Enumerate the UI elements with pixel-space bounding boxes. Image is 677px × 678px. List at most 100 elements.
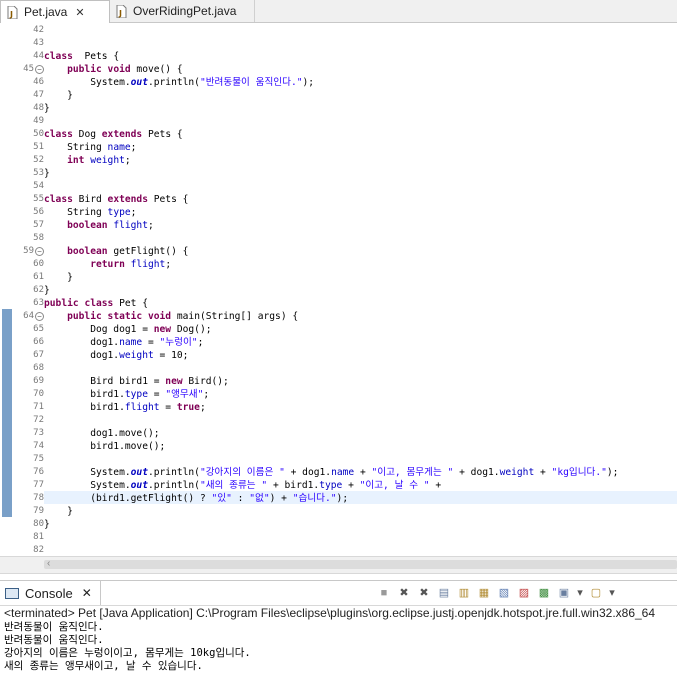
code-line[interactable]: Bird bird1 = new Bird();	[44, 375, 229, 388]
line-number: 73	[33, 428, 44, 438]
line-number: 67	[33, 350, 44, 360]
code-token: "강아지의 이름은 "	[199, 467, 285, 478]
code-line[interactable]: dog1.weight = 10;	[44, 349, 188, 362]
code-line[interactable]: System.out.println("새의 종류는 " + bird1.typ…	[44, 479, 441, 492]
java-file-icon: J	[7, 5, 18, 19]
show-on-stdout-icon[interactable]: ▧	[496, 585, 512, 601]
code-token: ;	[147, 220, 154, 231]
clear-console-icon[interactable]: ▤	[436, 585, 452, 601]
code-line[interactable]: }	[44, 505, 73, 518]
word-wrap-icon[interactable]: ▦	[476, 585, 492, 601]
tab-label: OverRidingPet.java	[133, 4, 237, 18]
code-line[interactable]: public static void main(String[] args) {	[44, 310, 298, 323]
code-token: ) +	[269, 493, 293, 504]
code-token: (bird1.getFlight() ?	[44, 493, 212, 504]
show-on-stderr-icon[interactable]: ▨	[516, 585, 532, 601]
line-number: 58	[33, 233, 44, 243]
line-number: 61	[33, 272, 44, 282]
code-line[interactable]: return flight;	[44, 258, 171, 271]
code-token: .println(	[147, 77, 200, 88]
line-number: 50	[33, 129, 44, 139]
scrollbar-thumb[interactable]	[44, 560, 677, 569]
code-token: System.	[44, 480, 131, 491]
code-area[interactable]: class Pets { public void move() { System…	[44, 23, 677, 556]
code-token: new	[153, 324, 172, 335]
remove-launch-icon[interactable]: ✖	[396, 585, 412, 601]
code-line[interactable]: }	[44, 284, 50, 297]
code-line[interactable]: }	[44, 518, 50, 531]
code-token: "누렁이"	[159, 337, 198, 348]
code-line[interactable]: bird1.flight = true;	[44, 401, 206, 414]
code-line[interactable]: String type;	[44, 206, 136, 219]
code-token: .println(	[147, 467, 200, 478]
code-token: ;	[130, 207, 137, 218]
scroll-lock-icon[interactable]: ▥	[456, 585, 472, 601]
code-token: =	[159, 402, 177, 413]
code-line[interactable]: (bird1.getFlight() ? "있" : "없") + "습니다."…	[44, 492, 348, 505]
code-token: public	[67, 311, 102, 322]
code-line[interactable]: }	[44, 89, 73, 102]
fold-collapse-icon[interactable]: −	[35, 312, 44, 321]
tab-console[interactable]: Console ✕	[0, 581, 101, 605]
tab-overridingpet-java[interactable]: J OverRidingPet.java	[110, 0, 255, 22]
code-line[interactable]: System.out.println("반려동물이 움직인다.");	[44, 76, 314, 89]
code-line[interactable]: bird1.type = "앵무새";	[44, 388, 209, 401]
pin-console-icon[interactable]: ▩	[536, 585, 552, 601]
code-token: + bird1.	[267, 480, 320, 491]
display-console-icon[interactable]: ▣	[556, 585, 572, 601]
code-line[interactable]: public void move() {	[44, 63, 183, 76]
code-line[interactable]: }	[44, 102, 50, 115]
code-token: = 10;	[153, 350, 189, 361]
fold-collapse-icon[interactable]: −	[35, 247, 44, 256]
terminated-status: <terminated> Pet [Java Application] C:\P…	[4, 606, 656, 620]
code-token: String	[44, 142, 108, 153]
remove-all-terminated-icon[interactable]: ✖	[416, 585, 432, 601]
code-token: +	[354, 467, 372, 478]
code-token: Dog dog1 =	[44, 324, 154, 335]
terminate-icon[interactable]: ■	[376, 585, 392, 601]
code-line[interactable]: dog1.move();	[44, 427, 160, 440]
dropdown-icon[interactable]: ▾	[576, 585, 584, 601]
code-line[interactable]: class Pets {	[44, 50, 119, 63]
code-line[interactable]: System.out.println("강아지의 이름은 " + dog1.na…	[44, 466, 618, 479]
code-line[interactable]: bird1.move();	[44, 440, 165, 453]
code-token: boolean	[67, 246, 108, 257]
close-icon[interactable]: ✕	[75, 6, 84, 19]
console-icon	[5, 587, 19, 599]
horizontal-scrollbar[interactable]: ‹	[0, 556, 677, 574]
console-view-header: Console ✕ ■ ✖ ✖ ▤ ▥ ▦ ▧ ▨ ▩ ▣ ▾ ▢ ▾	[0, 580, 677, 606]
close-icon[interactable]: ✕	[82, 586, 92, 600]
code-line[interactable]: class Dog extends Pets {	[44, 128, 183, 141]
code-token: new	[165, 376, 183, 387]
code-token: "없"	[249, 493, 270, 504]
code-line[interactable]: boolean getFlight() {	[44, 245, 188, 258]
line-number: 70	[33, 389, 44, 399]
tab-pet-java[interactable]: J Pet.java ✕	[0, 0, 110, 23]
code-token: move() {	[130, 64, 183, 75]
code-line[interactable]: int weight;	[44, 154, 131, 167]
code-token: true	[176, 402, 200, 413]
code-line[interactable]: }	[44, 167, 50, 180]
line-number: 49	[33, 116, 44, 126]
code-token: Pets {	[147, 194, 189, 205]
code-line[interactable]: class Bird extends Pets {	[44, 193, 188, 206]
open-console-icon[interactable]: ▢	[588, 585, 604, 601]
line-number: 78	[33, 493, 44, 503]
editor-tab-bar: J Pet.java ✕ J OverRidingPet.java	[0, 0, 677, 23]
code-token: dog1.move();	[44, 428, 160, 439]
line-number: 63	[33, 298, 44, 308]
code-token: String	[44, 207, 108, 218]
code-line[interactable]: String name;	[44, 141, 136, 154]
fold-collapse-icon[interactable]: −	[35, 65, 44, 74]
code-line[interactable]: public class Pet {	[44, 297, 148, 310]
scroll-left-icon[interactable]: ‹	[47, 558, 50, 569]
code-token: "새의 종류는 "	[199, 480, 268, 491]
code-line[interactable]: boolean flight;	[44, 219, 154, 232]
code-editor[interactable]: 42 43 44 45−46 47 48 49 50 51 52 53 54 55 56 57 58 59−60…	[0, 23, 677, 556]
code-line[interactable]: Dog dog1 = new Dog();	[44, 323, 211, 336]
dropdown-icon[interactable]: ▾	[608, 585, 616, 601]
code-line[interactable]: dog1.name = "누렁이";	[44, 336, 203, 349]
overview-ruler	[0, 23, 14, 556]
code-line[interactable]: }	[44, 271, 73, 284]
